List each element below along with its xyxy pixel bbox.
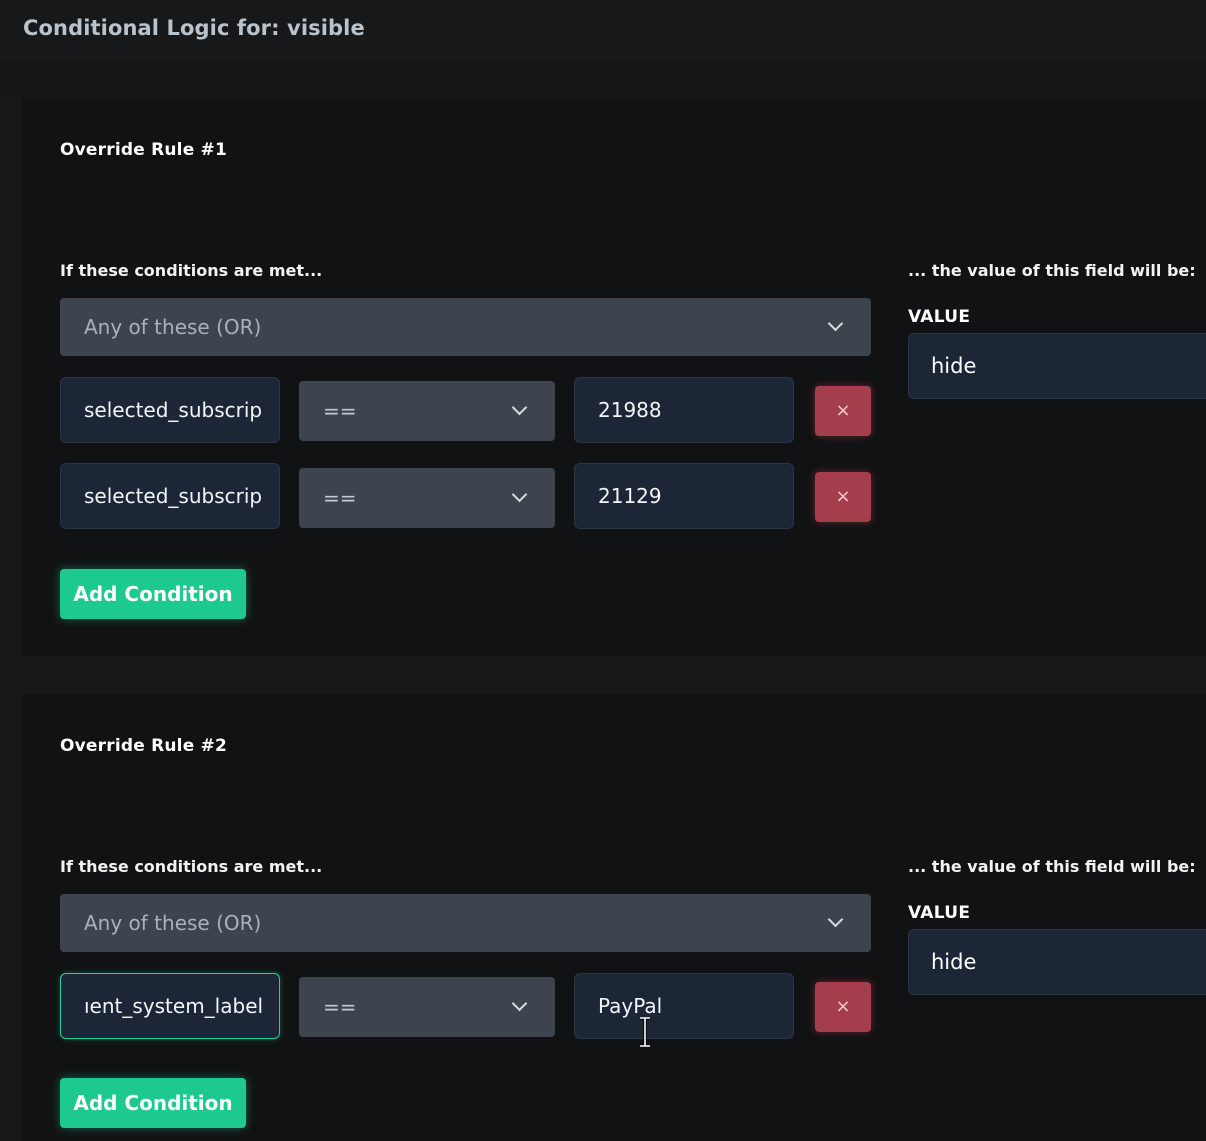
result-value-input[interactable]: hide [908, 929, 1206, 995]
result-heading: ... the value of this field will be: [908, 261, 1196, 280]
conditions-heading: If these conditions are met... [60, 857, 323, 876]
value-label: VALUE [908, 903, 971, 923]
logic-mode-value: Any of these (OR) [84, 315, 262, 339]
condition-value-input[interactable]: 21129 [574, 463, 794, 529]
logic-mode-select[interactable]: Any of these (OR) [60, 894, 871, 952]
rule-title: Override Rule #2 [60, 736, 228, 756]
condition-operator-select[interactable]: == [299, 381, 555, 441]
close-icon: × [835, 486, 851, 507]
add-condition-button[interactable]: Add Condition [60, 1078, 246, 1128]
operator-value: == [323, 995, 357, 1019]
condition-operator-select[interactable]: == [299, 468, 555, 528]
page-title: Conditional Logic for: visible [23, 16, 365, 40]
header-divider [0, 60, 1206, 98]
condition-value-input[interactable]: 21988 [574, 377, 794, 443]
result-heading: ... the value of this field will be: [908, 857, 1196, 876]
rule-title: Override Rule #1 [60, 140, 228, 160]
override-rule-card: Override Rule #1 If these conditions are… [22, 98, 1206, 656]
close-icon: × [835, 400, 851, 421]
operator-value: == [323, 399, 357, 423]
chevron-down-icon [511, 995, 528, 1012]
condition-field-input[interactable]: selected_subscrip [60, 377, 280, 443]
text-cursor-icon [640, 1017, 650, 1047]
remove-condition-button[interactable]: × [815, 386, 871, 436]
chevron-down-icon [511, 399, 528, 416]
remove-condition-button[interactable]: × [815, 982, 871, 1032]
condition-value-input[interactable]: PayPal [574, 973, 794, 1039]
override-rule-card: Override Rule #2 If these conditions are… [22, 694, 1206, 1141]
operator-value: == [323, 486, 357, 510]
chevron-down-icon [511, 486, 528, 503]
chevron-down-icon [827, 911, 844, 928]
condition-operator-select[interactable]: == [299, 977, 555, 1037]
value-label: VALUE [908, 307, 971, 327]
conditional-logic-page: Conditional Logic for: visible Override … [0, 0, 1206, 1141]
chevron-down-icon [827, 315, 844, 332]
remove-condition-button[interactable]: × [815, 472, 871, 522]
close-icon: × [835, 996, 851, 1017]
add-condition-button[interactable]: Add Condition [60, 569, 246, 619]
logic-mode-value: Any of these (OR) [84, 911, 262, 935]
logic-mode-select[interactable]: Any of these (OR) [60, 298, 871, 356]
condition-field-input[interactable]: selected_subscrip [60, 463, 280, 529]
result-value-input[interactable]: hide [908, 333, 1206, 399]
conditions-heading: If these conditions are met... [60, 261, 323, 280]
condition-field-input[interactable]: ıent_system_label [60, 973, 280, 1039]
